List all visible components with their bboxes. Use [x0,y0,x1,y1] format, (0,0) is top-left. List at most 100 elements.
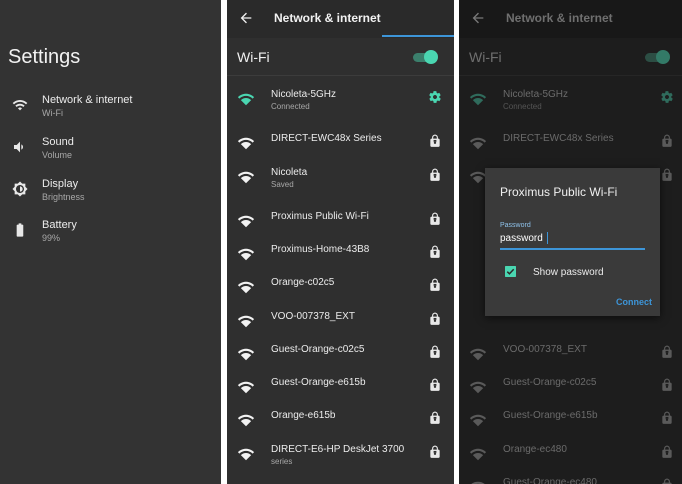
wifi-network-item[interactable]: Nicoleta-5GHz Connected [459,89,682,119]
wifi-network-item[interactable]: DIRECT-EWC48x Series [459,133,682,163]
lock-icon [430,245,440,258]
network-name: Guest-Orange-c02c5 [503,377,597,388]
page-title: Settings [8,46,81,68]
app-bar: Network & internet [459,0,682,38]
network-status: Saved [271,180,294,189]
progress-indicator [382,35,454,37]
dialog-title: Proximus Public Wi-Fi [500,185,618,199]
wifi-signal-icon [469,348,487,361]
settings-item-label: Display [42,178,79,190]
settings-item-label: Battery [42,219,77,231]
network-name: Guest-Orange-ec480 [503,477,597,484]
network-name: VOO-007378_EXT [271,311,355,322]
network-status: Connected [503,102,542,111]
settings-item-sub: Wi-Fi [42,108,63,118]
lock-icon [662,134,672,147]
settings-item-sub: Volume [42,150,73,160]
lock-icon [430,445,440,458]
wifi-network-item[interactable]: Orange-ec480 [459,444,682,474]
wifi-signal-icon [469,137,487,150]
show-password-checkbox[interactable] [505,266,516,277]
gear-icon[interactable] [660,90,674,104]
lock-icon [430,411,440,424]
lock-icon [662,378,672,391]
battery-icon [16,223,24,237]
network-name: Nicoleta-5GHz [503,89,569,100]
wifi-network-item[interactable]: Nicoleta Saved [227,167,454,197]
lock-icon [430,345,440,358]
wifi-toggle[interactable] [645,50,670,64]
network-name: Orange-ec480 [503,444,567,455]
wifi-network-item[interactable]: Guest-Orange-e615b [227,377,454,407]
network-name: DIRECT-E6-HP DeskJet 3700 [271,444,405,455]
lock-icon [430,312,440,325]
wifi-network-item[interactable]: DIRECT-E6-HP DeskJet 3700 series [227,444,454,474]
wifi-label: Wi-Fi [237,49,270,65]
settings-item-sub: Brightness [42,192,85,202]
network-name: DIRECT-EWC48x Series [503,133,614,144]
wifi-signal-icon [237,93,255,106]
network-status: Connected [271,102,310,111]
page-title: Network & internet [274,11,381,25]
wifi-network-item[interactable]: Guest-Orange-c02c5 [227,344,454,374]
network-status: series [271,457,293,466]
toggle-knob [424,50,438,64]
settings-item-display[interactable]: Display Brightness [0,178,221,212]
wifi-network-item[interactable]: Orange-c02c5 [227,277,454,307]
lock-icon [662,445,672,458]
wifi-signal-icon [237,171,255,184]
settings-item-sound[interactable]: Sound Volume [0,136,221,170]
wifi-network-item[interactable]: Guest-Orange-ec480 [459,477,682,484]
network-name: Guest-Orange-c02c5 [271,344,365,355]
wifi-toggle[interactable] [413,50,438,64]
lock-icon [662,345,672,358]
network-name: Guest-Orange-e615b [503,410,598,421]
wifi-label: Wi-Fi [469,49,502,65]
network-name: DIRECT-EWC48x Series [271,133,382,144]
page-title: Network & internet [506,11,613,25]
wifi-signal-icon [469,414,487,427]
settings-item-network[interactable]: Network & internet Wi-Fi [0,94,221,128]
settings-item-sub: 99% [42,233,61,243]
divider [227,75,454,76]
network-panel-dimmed: Network & internet Wi-Fi Nicoleta-5GHz Co… [459,0,682,484]
wifi-signal-icon [237,348,255,361]
wifi-network-item[interactable]: DIRECT-EWC48x Series [227,133,454,163]
network-name: Orange-e615b [271,410,336,421]
toggle-knob [656,50,670,64]
back-arrow-icon[interactable] [238,10,254,26]
settings-item-battery[interactable]: Battery 99% [0,219,221,253]
wifi-signal-icon [237,448,255,461]
wifi-network-item[interactable]: Orange-e615b [227,410,454,440]
wifi-network-item[interactable]: VOO-007378_EXT [459,344,682,374]
wifi-network-item[interactable]: Proximus-Home-43B8 [227,244,454,274]
wifi-signal-icon [469,381,487,394]
lock-icon [430,134,440,147]
lock-icon [662,168,672,181]
password-input[interactable]: password [500,233,543,244]
lock-icon [430,212,440,225]
wifi-network-item[interactable]: Proximus Public Wi-Fi [227,211,454,241]
wifi-signal-icon [237,381,255,394]
divider [459,75,682,76]
network-panel: Network & internet Wi-Fi Nicoleta-5GHz Co… [227,0,454,484]
lock-icon [430,278,440,291]
wifi-signal-icon [237,248,255,261]
connect-button[interactable]: Connect [616,297,652,307]
wifi-network-item[interactable]: Guest-Orange-e615b [459,410,682,440]
volume-icon [14,141,23,153]
wifi-icon [12,99,28,111]
show-password-label: Show password [533,267,604,278]
wifi-signal-icon [471,481,485,484]
wifi-network-item[interactable]: VOO-007378_EXT [227,311,454,341]
network-name: Nicoleta [271,167,308,178]
wifi-network-item[interactable]: Guest-Orange-c02c5 [459,377,682,407]
gear-icon[interactable] [428,90,442,104]
lock-icon [430,168,440,181]
back-arrow-icon[interactable] [470,10,486,26]
wifi-network-item[interactable]: Nicoleta-5GHz Connected [227,89,454,119]
wifi-signal-icon [237,215,255,228]
wifi-password-dialog: Proximus Public Wi-Fi Password password … [485,168,660,316]
settings-item-label: Sound [42,136,74,148]
lock-icon [430,378,440,391]
